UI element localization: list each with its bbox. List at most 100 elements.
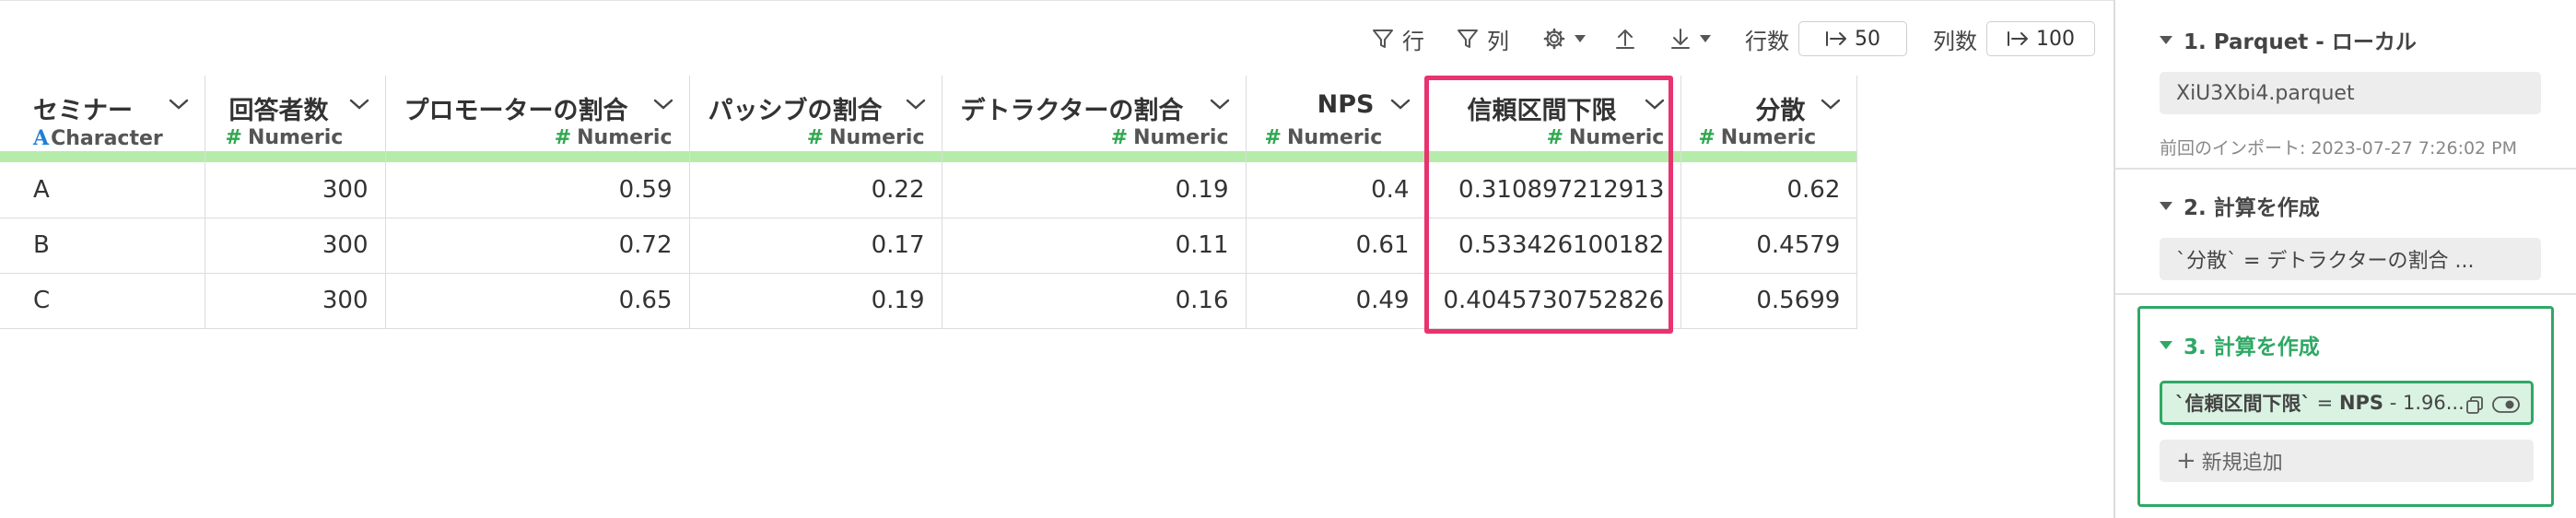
column-header[interactable]: NPS # Numeric [1246, 76, 1427, 162]
column-name: プロモーターの割合 [404, 97, 628, 125]
cols-input[interactable]: 100 [1986, 21, 2095, 56]
chevron-down-icon[interactable] [168, 98, 190, 111]
column-type: # Numeric [1698, 126, 1816, 149]
step-1-title: 1. Parquet - ローカル [2184, 30, 2417, 54]
column-type-label: Numeric [1133, 126, 1229, 149]
table-row[interactable]: C 300 0.65 0.19 0.16 0.49 0.404573075282… [0, 273, 1858, 329]
add-step-label: 新規追加 [2201, 452, 2283, 475]
upload-icon [1616, 29, 1634, 49]
chevron-down-icon[interactable] [348, 98, 370, 111]
cols-label: 列数 [1933, 28, 1977, 54]
rows-value: 50 [1855, 27, 1880, 51]
main-area: 行 列 行数 50 列数 100 セミナー ACharacter 回答者数 # … [0, 0, 2113, 518]
column-type-bar [942, 151, 1246, 162]
column-name: NPS [1317, 90, 1375, 119]
column-header[interactable]: デトラクターの割合 # Numeric [942, 76, 1247, 162]
step-3-card[interactable]: 3. 計算を作成 `信頼区間下限` = NPS - 1.96... + 新規追加 [2137, 306, 2554, 507]
table-cell[interactable]: A [0, 162, 205, 218]
column-type-bar [385, 151, 689, 162]
column-header[interactable]: 回答者数 # Numeric [205, 76, 386, 162]
table-cell[interactable]: 0.11 [942, 218, 1247, 274]
table-cell[interactable]: 300 [205, 273, 386, 329]
table-cell[interactable]: 0.533426100182 [1426, 218, 1682, 274]
table-cell[interactable]: 0.17 [689, 218, 943, 274]
column-header[interactable]: 分散 # Numeric [1680, 76, 1858, 162]
add-step-button[interactable]: + 新規追加 [2160, 440, 2534, 482]
column-type-bar [1681, 151, 1857, 162]
chevron-down-icon[interactable] [652, 98, 674, 111]
numeric-type-icon: # [1264, 126, 1282, 149]
column-header[interactable]: 信頼区間下限 # Numeric [1426, 76, 1682, 162]
copy-icon[interactable] [2465, 394, 2485, 415]
step-2-header[interactable]: 2. 計算を作成 [2160, 190, 2320, 221]
table-cell[interactable]: 0.4045730752826 [1426, 273, 1682, 329]
character-type-icon: A [33, 126, 50, 150]
step-divider [2115, 293, 2576, 295]
table-cell[interactable]: 300 [205, 162, 386, 218]
table-row[interactable]: A 300 0.59 0.22 0.19 0.4 0.310897212913 … [0, 162, 1858, 218]
table-cell[interactable]: 0.4579 [1680, 218, 1858, 274]
collapse-caret-icon [2160, 201, 2172, 210]
column-type-bar [205, 151, 385, 162]
column-type-bar [1246, 151, 1426, 162]
column-type: # Numeric [226, 126, 344, 149]
table-cell[interactable]: 0.4 [1246, 162, 1427, 218]
filter-cols-button[interactable]: 列 [1456, 23, 1509, 55]
column-type: ACharacter [33, 126, 163, 150]
table-cell[interactable]: 0.310897212913 [1426, 162, 1682, 218]
collapse-caret-icon [2160, 35, 2172, 44]
step-2-title: 2. 計算を作成 [2184, 196, 2320, 220]
step-3-header[interactable]: 3. 計算を作成 [2160, 329, 2320, 360]
column-type-label: Character [51, 127, 163, 150]
table-cell[interactable]: 0.19 [942, 162, 1247, 218]
chevron-down-icon[interactable] [1209, 98, 1231, 111]
column-type-label: Numeric [577, 126, 673, 149]
step-1-header[interactable]: 1. Parquet - ローカル [2160, 24, 2417, 55]
table-cell[interactable]: 0.65 [385, 273, 690, 329]
step-3-formula[interactable]: `信頼区間下限` = NPS - 1.96... [2160, 381, 2534, 425]
table-cell[interactable]: 300 [205, 218, 386, 274]
column-type: # Numeric [555, 126, 673, 149]
table-cell[interactable]: 0.16 [942, 273, 1247, 329]
column-type: # Numeric [1547, 126, 1665, 149]
chevron-down-icon[interactable] [905, 98, 927, 111]
table-cell[interactable]: 0.62 [1680, 162, 1858, 218]
numeric-type-icon: # [1698, 126, 1715, 149]
collapse-caret-icon [2160, 340, 2172, 349]
column-name: 回答者数 [228, 97, 329, 125]
table-cell[interactable]: 0.49 [1246, 273, 1427, 329]
table-row[interactable]: B 300 0.72 0.17 0.11 0.61 0.533426100182… [0, 218, 1858, 274]
column-name: デトラクターの割合 [960, 97, 1184, 125]
column-type-bar [1426, 151, 1681, 162]
column-header[interactable]: パッシブの割合 # Numeric [689, 76, 943, 162]
chevron-down-icon[interactable] [1820, 98, 1842, 111]
table-cell[interactable]: 0.61 [1246, 218, 1427, 274]
settings-menu-button[interactable] [1542, 27, 1587, 51]
step-2-formula[interactable]: `分散` = デトラクターの割合 ... [2160, 238, 2541, 280]
chevron-down-icon[interactable] [1644, 98, 1666, 111]
table-cell[interactable]: 0.5699 [1680, 273, 1858, 329]
upload-button[interactable] [1614, 27, 1636, 51]
download-menu-button[interactable] [1669, 27, 1712, 51]
gear-icon [1543, 28, 1565, 50]
table-cell[interactable]: 0.59 [385, 162, 690, 218]
column-name: 信頼区間下限 [1467, 97, 1617, 125]
column-header[interactable]: プロモーターの割合 # Numeric [385, 76, 690, 162]
rows-input[interactable]: 50 [1798, 21, 1907, 56]
column-header[interactable]: セミナー ACharacter [0, 76, 205, 162]
chevron-down-icon[interactable] [1389, 98, 1411, 111]
step-1-file-name: XiU3Xbi4.parquet [2176, 81, 2355, 105]
column-type: # Numeric [807, 126, 925, 149]
column-type-label: Numeric [1720, 126, 1817, 149]
filter-rows-button[interactable]: 行 [1371, 23, 1424, 55]
step-1-file[interactable]: XiU3Xbi4.parquet [2160, 72, 2541, 114]
filter-cols-label: 列 [1487, 28, 1509, 54]
table-cell[interactable]: 0.72 [385, 218, 690, 274]
table-cell[interactable]: 0.19 [689, 273, 943, 329]
table-cell[interactable]: B [0, 218, 205, 274]
formula-column-name: `信頼区間下限` [2175, 393, 2311, 415]
table-cell[interactable]: 0.22 [689, 162, 943, 218]
numeric-type-icon: # [1110, 126, 1129, 149]
table-cell[interactable]: C [0, 273, 205, 329]
toggle-visibility-icon[interactable] [2492, 395, 2520, 414]
